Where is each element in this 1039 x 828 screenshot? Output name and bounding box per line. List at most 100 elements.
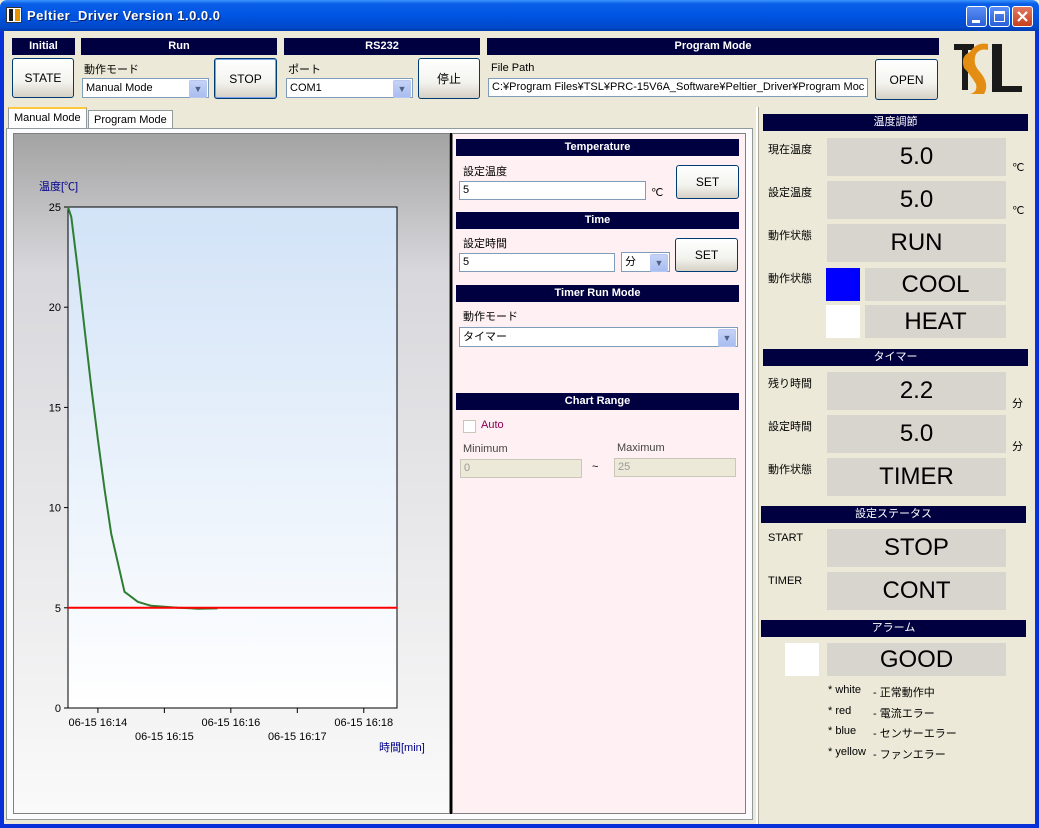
chevron-down-icon[interactable]: ▼ [393, 80, 411, 98]
legend-desc: - センサーエラー [873, 728, 957, 740]
chart-range-header: Chart Range [456, 393, 739, 410]
maximize-button[interactable] [989, 6, 1010, 27]
maximize-icon [994, 11, 1005, 22]
heat-label: HEAT [865, 305, 1006, 338]
timer-run-mode-header: Timer Run Mode [456, 285, 739, 302]
current-temp-value: 5.0 [827, 138, 1006, 176]
minimize-icon [972, 20, 980, 23]
alarm-value: GOOD [827, 643, 1006, 676]
legend-desc: - 電流エラー [873, 708, 935, 720]
temp-mode-label: 動作状態 [768, 273, 812, 285]
tab-manual-mode[interactable]: Manual Mode [8, 107, 87, 129]
y-tick-label: 15 [49, 402, 61, 414]
state-button[interactable]: STATE [12, 58, 74, 98]
run-mode-value: Manual Mode [86, 82, 153, 94]
cool-label: COOL [865, 268, 1006, 301]
y-axis-label: 温度[℃] [39, 179, 78, 193]
maximum-input[interactable]: 25 [614, 458, 736, 477]
auto-checkbox[interactable] [463, 420, 476, 433]
chevron-down-icon[interactable]: ▼ [718, 329, 736, 347]
window-title: Peltier_Driver Version 1.0.0.0 [27, 8, 221, 23]
temperature-header: Temperature [456, 139, 739, 156]
remaining-time-unit: 分 [1012, 398, 1023, 410]
set-temp-unit: ℃ [1012, 205, 1025, 217]
file-path-label: File Path [491, 62, 535, 74]
cool-indicator [826, 268, 860, 301]
close-icon [1017, 11, 1028, 22]
timer-status-label: TIMER [768, 575, 803, 587]
alarm-indicator [785, 643, 819, 676]
close-button[interactable] [1012, 6, 1033, 27]
y-tick-label: 25 [49, 202, 61, 214]
remaining-time-value: 2.2 [827, 372, 1006, 410]
temp-state-value: RUN [827, 224, 1006, 262]
app-icon [6, 7, 22, 23]
timer-run-mode-select[interactable]: タイマー ▼ [459, 327, 738, 347]
program-mode-header: Program Mode [487, 38, 939, 55]
set-temperature-button[interactable]: SET [676, 165, 739, 199]
port-stop-button[interactable]: 停止 [418, 58, 480, 99]
minimum-label: Minimum [463, 443, 508, 455]
initial-header: Initial [12, 38, 75, 55]
timer-set-label: 設定時間 [768, 421, 812, 433]
y-tick-label: 20 [49, 302, 61, 314]
window-frame-left [0, 31, 4, 828]
legend-key: * yellow [828, 746, 866, 758]
window-frame-right [1035, 31, 1039, 828]
set-time-input[interactable]: 5 [459, 253, 615, 272]
port-value: COM1 [290, 82, 322, 94]
timer-status-value: CONT [827, 572, 1006, 610]
current-temp-unit: ℃ [1012, 162, 1025, 174]
start-value: STOP [827, 529, 1006, 567]
range-separator: ~ [592, 461, 599, 473]
time-unit-value: 分 [625, 256, 636, 268]
window-frame-bottom [0, 824, 1039, 828]
set-temp-value: 5.0 [827, 181, 1006, 219]
run-mode-select[interactable]: Manual Mode ▼ [82, 78, 209, 98]
alarm-header: アラーム [761, 620, 1026, 637]
x-tick-label: 06-15 16:14 [69, 717, 128, 729]
chevron-down-icon[interactable]: ▼ [650, 254, 668, 272]
x-tick-label: 06-15 16:17 [268, 731, 327, 743]
port-select[interactable]: COM1 ▼ [286, 78, 413, 98]
time-header: Time [456, 212, 739, 229]
file-path-input[interactable]: C:¥Program Files¥TSL¥PRC-15V6A_Software¥… [488, 78, 868, 97]
legend-desc: - 正常動作中 [873, 687, 935, 699]
y-tick-label: 0 [55, 703, 61, 715]
timer-state-value: TIMER [827, 458, 1006, 496]
y-tick-label: 5 [55, 603, 61, 615]
run-header: Run [81, 38, 277, 55]
timer-set-unit: 分 [1012, 441, 1023, 453]
x-tick-label: 06-15 16:15 [135, 731, 194, 743]
minimum-input[interactable]: 0 [460, 459, 582, 478]
x-tick-label: 06-15 16:16 [201, 717, 260, 729]
legend-key: * red [828, 705, 852, 717]
port-label: ポート [288, 64, 321, 76]
timer-set-value: 5.0 [827, 415, 1006, 453]
stop-button[interactable]: STOP [214, 58, 277, 99]
current-temp-label: 現在温度 [768, 144, 812, 156]
set-temp-label: 設定温度 [768, 187, 812, 199]
tab-program-mode[interactable]: Program Mode [88, 110, 173, 130]
set-time-button[interactable]: SET [675, 238, 738, 272]
run-mode-label: 動作モード [84, 64, 139, 76]
time-unit-select[interactable]: 分 ▼ [621, 252, 670, 272]
set-temperature-label: 設定温度 [463, 166, 507, 178]
remaining-time-label: 残り時間 [768, 378, 812, 390]
timer-header: タイマー [763, 349, 1028, 366]
temperature-chart: 0 5 10 15 20 25 06-15 16:14 06-15 16:16 06-15 16… [39, 179, 425, 754]
legend-desc: - ファンエラー [873, 749, 946, 761]
timer-run-mode-value: タイマー [463, 331, 507, 343]
temp-state-label: 動作状態 [768, 230, 812, 242]
x-axis-label: 時間[min] [379, 741, 425, 754]
plot-area [67, 206, 398, 709]
legend-key: * blue [828, 725, 857, 737]
heat-indicator [826, 305, 860, 338]
start-label: START [768, 532, 804, 544]
open-button[interactable]: OPEN [875, 59, 938, 100]
maximum-label: Maximum [617, 442, 665, 454]
chevron-down-icon[interactable]: ▼ [189, 80, 207, 98]
set-time-label: 設定時間 [463, 238, 507, 250]
set-temperature-input[interactable]: 5 [459, 181, 646, 200]
minimize-button[interactable] [966, 6, 987, 27]
